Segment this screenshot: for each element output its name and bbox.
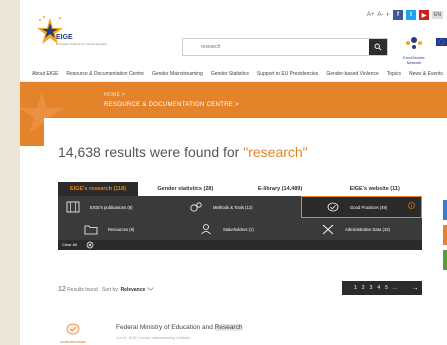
search-input[interactable] <box>183 39 369 55</box>
nav-topics[interactable]: Topics <box>387 71 401 77</box>
main-nav: About EIGE Resource & Documentation Cent… <box>20 66 447 82</box>
results-query: "research" <box>243 144 308 160</box>
tab-gender-statistics[interactable]: Gender statistics (28) <box>138 182 233 196</box>
font-decrease-button[interactable]: A- <box>377 12 383 18</box>
thumbnail-label: GOOD PRACTICES <box>60 340 86 344</box>
breadcrumb-current[interactable]: RESOURCE & DOCUMENTATION CENTRE > <box>104 102 239 108</box>
page-3[interactable]: 3 <box>370 285 373 291</box>
tools-icon <box>322 224 334 235</box>
search-icon <box>374 43 382 51</box>
network-icon <box>406 37 422 49</box>
result-title[interactable]: Federal Ministry of Education and Resear… <box>116 324 243 331</box>
results-card: 14,638 results were found for "research"… <box>44 118 447 345</box>
page-1[interactable]: 1 <box>354 285 357 291</box>
sort-row: 12 Results found Sort by: Relevance <box>58 286 154 293</box>
facet-label: Resources (8) <box>108 226 135 232</box>
facet-publications[interactable]: EIGE's publications (8) <box>58 196 179 218</box>
folder-icon <box>84 225 98 235</box>
stakeholder-icon <box>201 224 211 235</box>
clear-all-button[interactable]: Clear All <box>62 242 77 247</box>
side-thumbnails-decoration-icon <box>443 200 447 270</box>
facet-good-practices[interactable]: Good Practices (49) <box>301 196 422 218</box>
results-count-text: 14,638 results were found for <box>58 144 244 160</box>
eu-flag-icon <box>436 38 447 46</box>
page-2[interactable]: 2 <box>362 285 365 291</box>
site-header: EIGE European Institute for Gender Equal… <box>20 0 447 66</box>
contrast-button[interactable]: ◐ <box>386 12 390 18</box>
results-found-label: Results found <box>65 287 98 293</box>
result-meta: Jun 10, 2016 | Gender mainstreaming | We… <box>116 336 191 340</box>
facet-administrative-data[interactable]: Administrative Data (16) <box>301 218 422 240</box>
result-title-text: Federal Ministry of Education and <box>116 324 215 331</box>
page-4[interactable]: 4 <box>377 285 380 291</box>
breadcrumb-home[interactable]: HOME > <box>104 92 125 98</box>
nav-gender-based-violence[interactable]: Gender-based Violence <box>326 71 378 77</box>
sort-select[interactable]: Relevance <box>121 287 146 293</box>
chevron-down-icon[interactable] <box>146 287 154 291</box>
clear-bar: Clear All <box>58 240 422 250</box>
facet-label: Methods & Tools (12) <box>213 204 253 210</box>
nav-about-eige[interactable]: About EIGE <box>32 71 58 77</box>
facet-stakeholders[interactable]: Stakeholders (1) <box>179 218 300 240</box>
eurogender-network-logo[interactable]: EuroGender Network <box>398 34 430 65</box>
page-ellipsis: ... <box>392 285 398 291</box>
search-box <box>182 38 388 56</box>
result-title-highlight: Research <box>214 324 243 331</box>
facet-grid: EIGE's publications (8) Methods & Tools … <box>58 196 422 240</box>
result-thumbnail: GOOD PRACTICES <box>58 322 88 344</box>
facet-resources[interactable]: Resources (8) <box>58 218 179 240</box>
result-tabs: EIGE's research (118) Gender statistics … <box>58 182 423 196</box>
nav-resource-documentation[interactable]: Resource & Documentation Centre <box>66 71 144 77</box>
facet-label: EIGE's publications (8) <box>90 204 133 210</box>
sort-label: Sort by: <box>101 287 121 293</box>
facet-methods-tools[interactable]: Methods & Tools (12) <box>179 196 300 218</box>
nav-gender-mainstreaming[interactable]: Gender Mainstreaming <box>152 71 203 77</box>
youtube-icon[interactable]: ▶ <box>419 10 430 20</box>
good-practice-badge-icon <box>66 323 80 335</box>
logo-subtitle: European Institute for Gender Equality <box>56 42 108 46</box>
result-item[interactable]: GOOD PRACTICES Federal Ministry of Educa… <box>58 322 428 345</box>
search-button[interactable] <box>369 39 387 55</box>
twitter-icon[interactable]: t <box>406 10 417 20</box>
nav-news-events[interactable]: News & Events <box>409 71 443 77</box>
facet-label: Administrative Data (16) <box>345 226 390 232</box>
font-increase-button[interactable]: A+ <box>367 12 375 18</box>
nav-gender-statistics[interactable]: Gender Statistics <box>211 71 249 77</box>
logo-text: EIGE <box>56 34 73 41</box>
page: EIGE European Institute for Gender Equal… <box>20 0 447 345</box>
tab-e-library[interactable]: E-library (14,489) <box>232 182 328 196</box>
results-found-count: 12 <box>58 286 66 293</box>
info-icon[interactable] <box>408 202 415 209</box>
clear-icon[interactable] <box>86 241 94 249</box>
check-badge-icon <box>327 202 339 212</box>
tab-eige-website[interactable]: EIGE's website (11) <box>327 182 423 196</box>
facebook-icon[interactable]: f <box>393 10 404 20</box>
publications-icon <box>66 201 80 213</box>
page-5[interactable]: 5 <box>385 285 388 291</box>
tab-eige-research[interactable]: EIGE's research (118) <box>58 182 138 196</box>
utility-bar: A+ A- ◐ f t ▶ EN <box>367 10 443 20</box>
nav-eu-presidencies[interactable]: Support to EU Presidencies <box>257 71 318 77</box>
gears-icon <box>190 202 202 212</box>
results-heading: 14,638 results were found for "research" <box>58 144 308 160</box>
facet-label: Stakeholders (1) <box>223 226 254 232</box>
language-select[interactable]: EN <box>432 11 443 19</box>
facet-label: Good Practices (49) <box>350 204 388 210</box>
next-page-button[interactable]: → <box>408 281 422 295</box>
network-label: EuroGender Network <box>403 55 425 65</box>
pagination: 1 2 3 4 5 ... → <box>342 281 422 295</box>
